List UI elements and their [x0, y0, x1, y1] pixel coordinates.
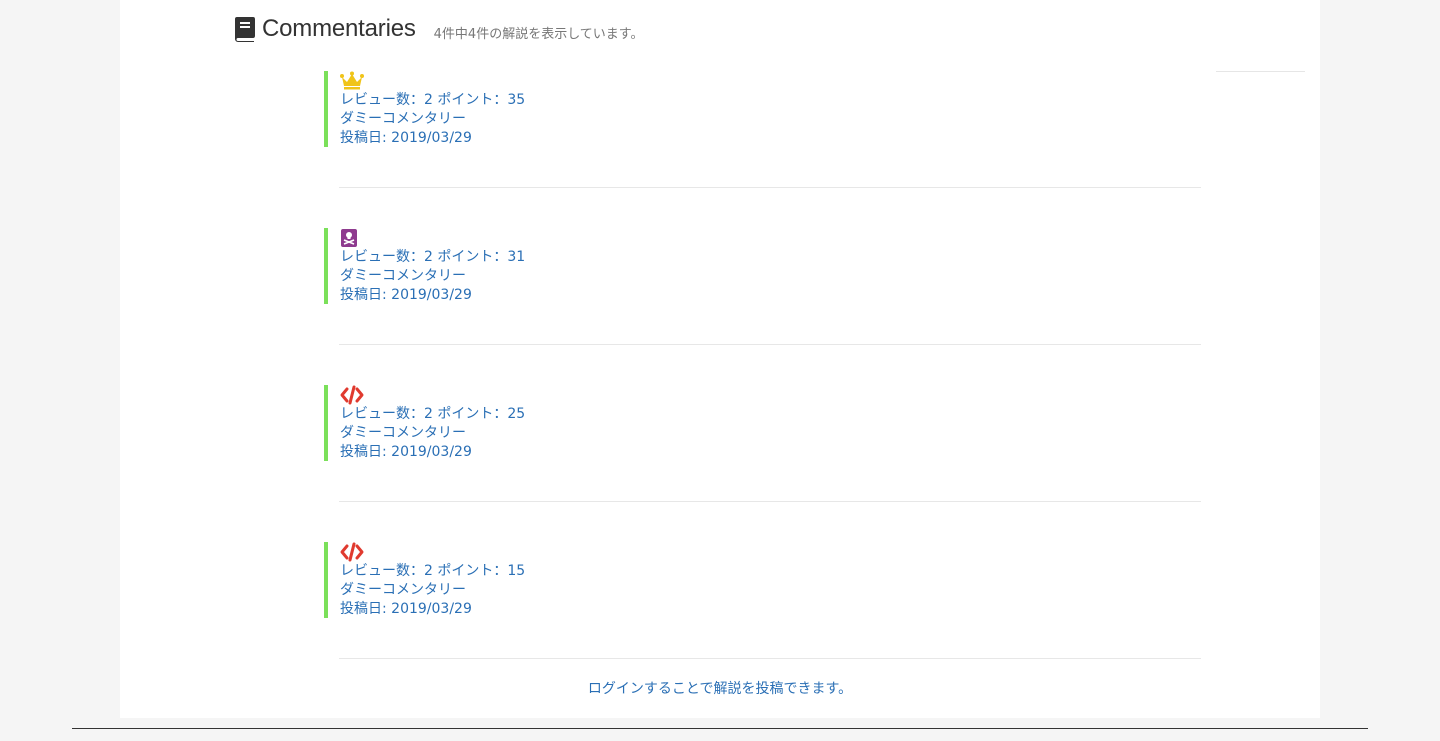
- commentary-item: レビュー数：2 ポイント：25 ダミーコメンタリー 投稿日: 2019/03/2…: [324, 385, 1186, 461]
- section-header: Commentaries 4件中4件の解説を表示しています。: [234, 14, 644, 44]
- post-date[interactable]: 投稿日: 2019/03/29: [340, 286, 1186, 305]
- commentary-link[interactable]: ダミーコメンタリー: [340, 581, 1186, 600]
- commentaries-panel: Commentaries 4件中4件の解説を表示しています。 レビュー数：2 ポ…: [120, 0, 1320, 718]
- separator: [339, 344, 1201, 345]
- book-skull-icon: [341, 229, 357, 247]
- login-to-post-link[interactable]: ログインすることで解説を投稿できます。: [120, 678, 1320, 698]
- sidebar-divider: [1216, 71, 1305, 72]
- review-points[interactable]: レビュー数：2 ポイント：35: [340, 91, 1186, 110]
- results-count: 4件中4件の解説を表示しています。: [433, 26, 644, 42]
- code-icon: [340, 385, 364, 405]
- separator: [339, 658, 1201, 659]
- commentary-item: レビュー数：2 ポイント：31 ダミーコメンタリー 投稿日: 2019/03/2…: [324, 228, 1186, 304]
- review-points[interactable]: レビュー数：2 ポイント：25: [340, 405, 1186, 424]
- commentary-link[interactable]: ダミーコメンタリー: [340, 424, 1186, 443]
- commentary-link[interactable]: ダミーコメンタリー: [340, 110, 1186, 129]
- code-icon: [340, 542, 364, 562]
- review-points[interactable]: レビュー数：2 ポイント：31: [340, 248, 1186, 267]
- commentary-item: レビュー数：2 ポイント：35 ダミーコメンタリー 投稿日: 2019/03/2…: [324, 71, 1186, 147]
- post-date[interactable]: 投稿日: 2019/03/29: [340, 129, 1186, 148]
- post-date[interactable]: 投稿日: 2019/03/29: [340, 600, 1186, 619]
- footer-divider: [72, 728, 1368, 729]
- page-title: Commentaries: [262, 15, 416, 42]
- book-icon: [235, 17, 255, 42]
- commentary-item: レビュー数：2 ポイント：15 ダミーコメンタリー 投稿日: 2019/03/2…: [324, 542, 1186, 618]
- separator: [339, 501, 1201, 502]
- review-points[interactable]: レビュー数：2 ポイント：15: [340, 562, 1186, 581]
- commentary-link[interactable]: ダミーコメンタリー: [340, 267, 1186, 286]
- post-date[interactable]: 投稿日: 2019/03/29: [340, 443, 1186, 462]
- separator: [339, 187, 1201, 188]
- crown-icon: [340, 71, 364, 90]
